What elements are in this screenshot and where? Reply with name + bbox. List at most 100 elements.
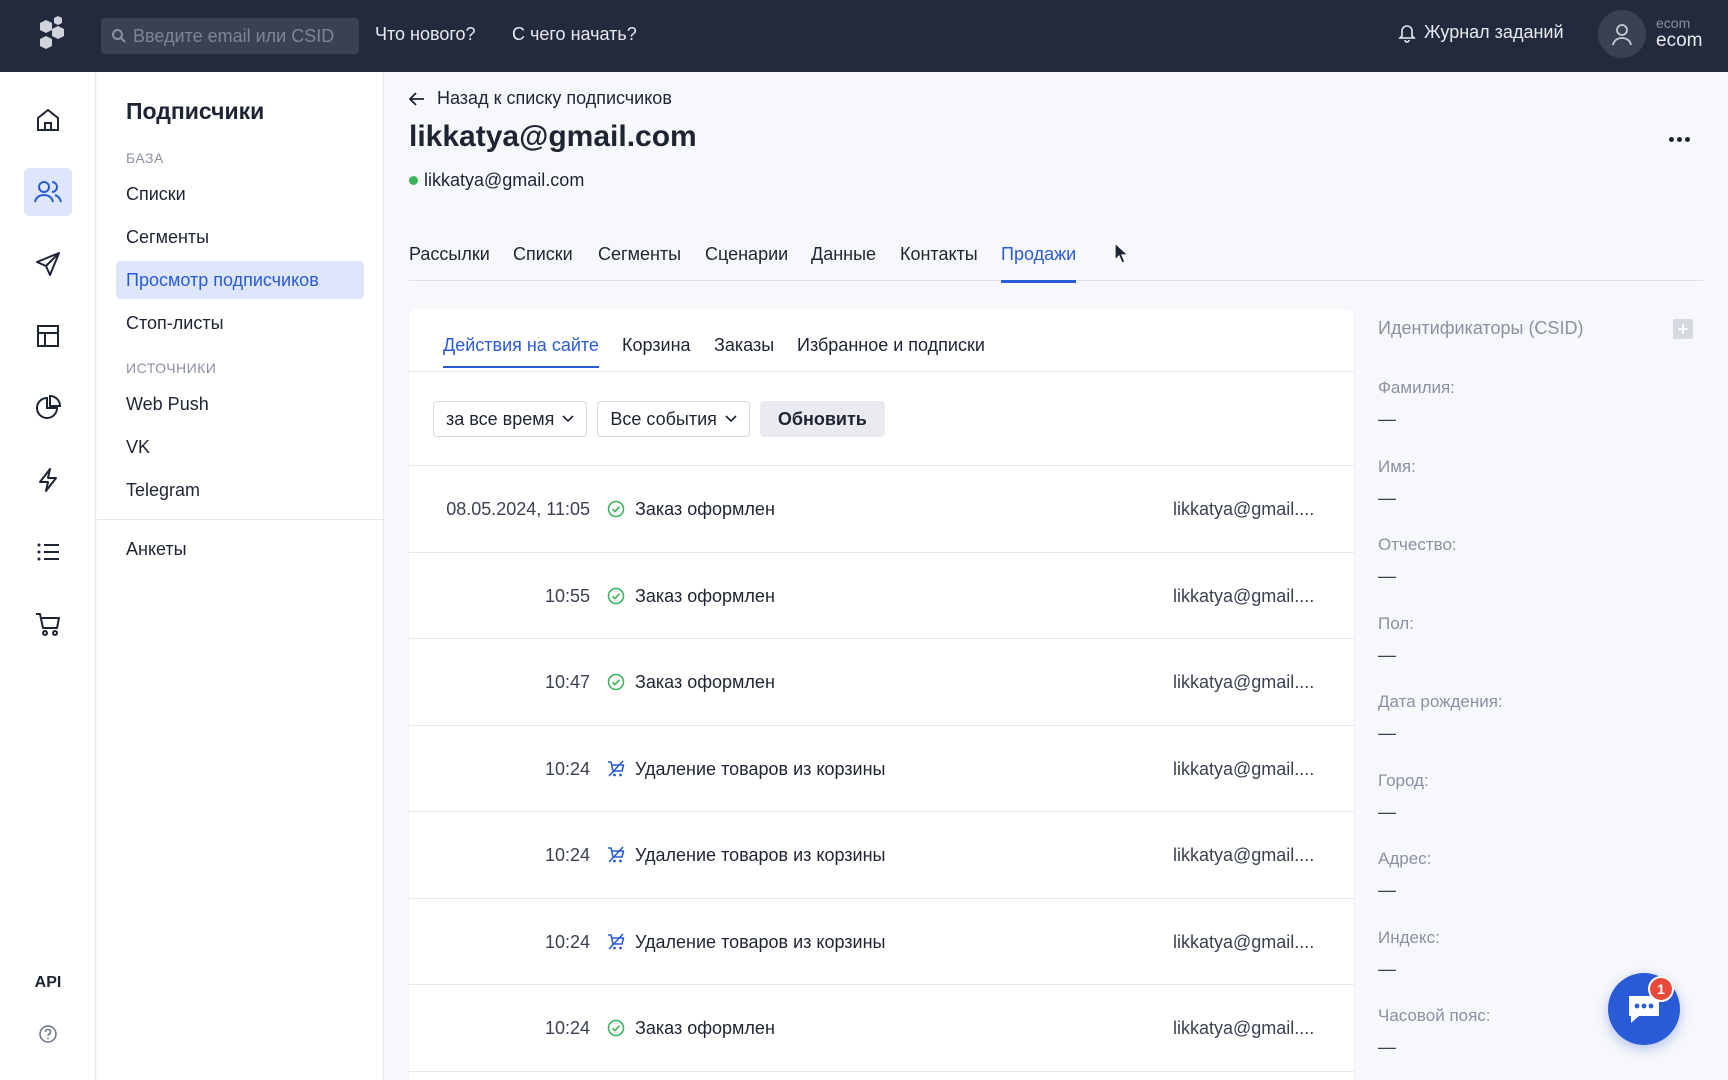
pie-chart-icon[interactable] [24,384,72,432]
group-base-label: БАЗА [126,150,164,166]
logo-icon[interactable] [32,14,72,54]
subscribers-icon[interactable] [24,168,72,216]
check-circle-icon [607,673,625,691]
nav-item-webpush[interactable]: Web Push [116,385,364,423]
field-value: — [1378,723,1396,743]
events-select[interactable]: Все события [597,401,750,437]
subscriber-email-text: likkatya@gmail.com [424,170,585,190]
field-value: — [1378,409,1396,429]
field-value: — [1378,801,1396,822]
event-email: likkatya@gmail.... [1173,1018,1315,1038]
field-label: Пол: [1378,613,1414,633]
profile-menu[interactable]: ecom ecom [1598,10,1702,58]
cart-remove-icon [607,759,625,778]
whats-new-link[interactable]: Что нового? [375,24,476,45]
profile-account: ecom [1656,14,1691,31]
event-label: Заказ оформлен [635,585,775,606]
field-label: Часовой пояс: [1378,1006,1491,1025]
filters: за все время Все события Обновить [433,401,885,437]
event-row[interactable]: 10:24 Удаление товаров из корзины likkatya… [409,812,1354,899]
more-menu-button[interactable] [1664,124,1694,154]
event-email: likkatya@gmail.... [1173,672,1315,692]
field-value: — [1378,566,1396,586]
search-box[interactable] [101,18,359,54]
event-time: 10:47 [544,672,590,692]
activity-card: Действия на сайте Корзина Заказы Избранн… [409,309,1354,1080]
add-identifier-button[interactable]: + [1673,319,1693,339]
event-email: likkatya@gmail.... [1173,585,1315,606]
field-label: Город: [1378,770,1429,790]
chevron-down-icon [725,415,737,423]
tab-sales[interactable]: Продажи [1001,244,1077,283]
refresh-button[interactable]: Обновить [759,401,885,437]
subtab-site-actions[interactable]: Действия на сайте [443,335,599,368]
bell-icon [1398,24,1416,43]
event-time: 10:24 [544,1018,590,1038]
task-journal-label: Журнал заданий [1424,22,1564,42]
events-select-value: Все события [610,408,717,429]
api-link[interactable]: API [0,974,96,992]
nav-item-lists[interactable]: Списки [116,175,364,213]
field-label: Дата рождения: [1378,692,1503,711]
lightning-icon[interactable] [24,456,72,504]
home-icon[interactable] [24,96,72,144]
event-label: Заказ оформлен [635,672,775,692]
layout-icon[interactable] [24,312,72,360]
event-row[interactable]: 10:24 Заказ оформлен likkatya@gmail.... [409,985,1354,1072]
field-value: — [1378,880,1396,900]
list-icon[interactable] [24,528,72,576]
nav-item-vk[interactable]: VK [116,428,364,466]
back-link-label: Назад к списку подписчиков [437,88,672,108]
period-select-value: за все время [446,408,555,429]
getting-started-link[interactable]: С чего начать? [512,24,637,45]
field-label: Отчество: [1378,535,1457,554]
field-label: Индекс: [1378,927,1440,947]
nav-item-stoplists[interactable]: Стоп-листы [116,304,364,342]
event-row[interactable]: 08.05.2024, 11:05 Заказ оформлен likkatya@… [409,466,1354,553]
cart-remove-icon [607,932,625,951]
search-input[interactable] [133,25,353,47]
event-row[interactable]: 10:47 Заказ оформлен likkatya@gmail.... [409,639,1354,726]
check-circle-icon [607,500,625,518]
event-label: Удаление товаров из корзины [635,845,886,865]
event-email: likkatya@gmail.... [1173,499,1315,519]
event-time: 10:24 [544,845,590,865]
event-time: 08.05.2024, 11:05 [446,499,590,519]
tab-data[interactable]: Данные [811,244,876,280]
back-link[interactable]: Назад к списку подписчиков [409,88,672,109]
check-circle-icon [607,1019,625,1037]
top-bar: Что нового? С чего начать? Журнал задани… [0,0,1728,72]
event-row[interactable]: 10:55 Заказ оформлен likkatya@gmail.... [409,553,1354,639]
nav-item-view-subscribers[interactable]: Просмотр подписчиков [116,261,364,299]
chevron-down-icon [562,415,574,423]
event-row[interactable]: 10:24 Удаление товаров из корзины likkatya… [409,726,1354,812]
avatar [1598,10,1646,58]
event-label: Заказ оформлен [635,1018,775,1038]
subtab-orders[interactable]: Заказы [714,335,774,366]
subtab-cart[interactable]: Корзина [622,335,691,366]
tab-mailings[interactable]: Рассылки [409,244,490,280]
icon-rail: API [0,72,96,1080]
cart-icon[interactable] [24,600,72,648]
profile-name: ecom [1656,30,1703,52]
field-label: Адрес: [1378,849,1432,868]
identifiers-heading: Идентификаторы (CSID) [1378,318,1584,338]
event-email: likkatya@gmail.... [1173,758,1315,779]
tab-scenarios[interactable]: Сценарии [705,244,788,280]
send-icon[interactable] [24,240,72,288]
tab-segments[interactable]: Сегменты [598,244,681,280]
event-row[interactable]: 10:24 Удаление товаров из корзины likkatya… [409,899,1354,985]
status-dot [409,176,418,185]
page-title: likkatya@gmail.com [409,120,697,153]
task-journal-button[interactable]: Журнал заданий [1398,22,1564,43]
nav-item-forms[interactable]: Анкеты [116,530,364,568]
tab-contacts[interactable]: Контакты [900,244,978,280]
period-select[interactable]: за все время [433,401,588,437]
event-list: 08.05.2024, 11:05 Заказ оформлен likkatya@… [409,465,1354,1072]
tab-lists[interactable]: Списки [513,244,573,280]
help-icon[interactable] [24,1010,72,1058]
subtab-favorites[interactable]: Избранное и подписки [797,335,985,366]
nav-item-telegram[interactable]: Telegram [116,471,364,509]
nav-item-segments[interactable]: Сегменты [116,218,364,256]
event-time: 10:24 [544,758,590,779]
